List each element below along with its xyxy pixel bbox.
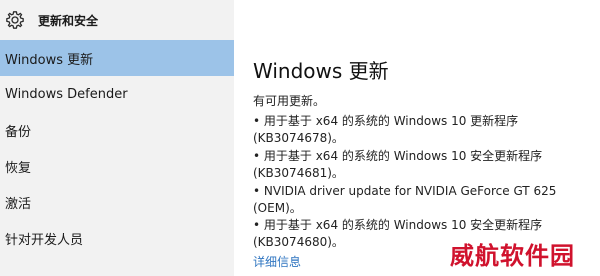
update-item-line2: (KB3074681)。 xyxy=(253,166,344,180)
update-status-text: 有可用更新。 xyxy=(253,94,326,108)
page-title: Windows 更新 xyxy=(253,59,389,83)
update-item-line1: • 用于基于 x64 的系统的 Windows 10 更新程序 xyxy=(253,114,519,128)
update-item-line1: • 用于基于 x64 的系统的 Windows 10 安全更新程序 xyxy=(253,218,543,232)
update-item-line1: • 用于基于 x64 的系统的 Windows 10 安全更新程序 xyxy=(253,149,543,163)
update-item: • 用于基于 x64 的系统的 Windows 10 更新程序 (KB30746… xyxy=(253,113,518,147)
update-item-line2: (OEM)。 xyxy=(253,201,302,215)
nav-header: 更新和安全 xyxy=(0,0,234,40)
details-link[interactable]: 详细信息 xyxy=(253,253,301,270)
update-item: • 用于基于 x64 的系统的 Windows 10 安全更新程序 (KB307… xyxy=(253,148,542,182)
update-item-line1: • NVIDIA driver update for NVIDIA GeForc… xyxy=(253,184,557,198)
watermark: 威航软件园 xyxy=(450,241,575,270)
gear-icon xyxy=(5,10,25,30)
update-content-pane: Windows 更新 有可用更新。 • 用于基于 x64 的系统的 Window… xyxy=(234,0,600,276)
nav-item-for-developers[interactable]: 针对开发人员 xyxy=(0,220,234,256)
nav-item-recovery[interactable]: 恢复 xyxy=(0,148,234,184)
nav-item-backup[interactable]: 备份 xyxy=(0,112,234,148)
update-item-line2: (KB3074678)。 xyxy=(253,131,344,145)
nav-item-windows-update[interactable]: Windows 更新 xyxy=(0,40,234,76)
nav-item-windows-defender[interactable]: Windows Defender xyxy=(0,76,234,112)
nav-title: 更新和安全 xyxy=(38,14,99,28)
update-item: • NVIDIA driver update for NVIDIA GeForc… xyxy=(253,183,556,217)
nav-item-activation[interactable]: 激活 xyxy=(0,184,234,220)
settings-nav-pane: 更新和安全 Windows 更新 Windows Defender 备份 恢复 … xyxy=(0,0,234,276)
